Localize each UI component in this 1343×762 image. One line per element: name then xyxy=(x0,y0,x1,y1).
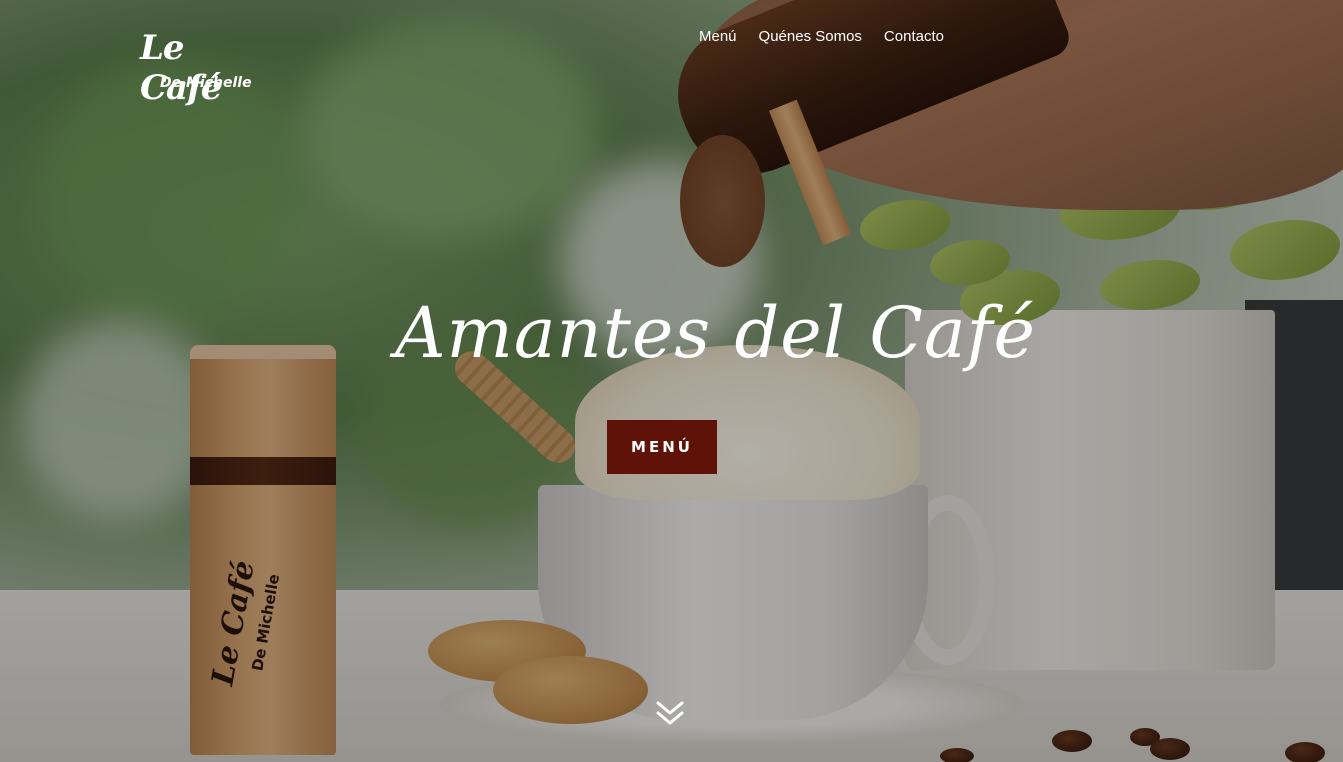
hero-section: Le Café De Michelle Le Café De Michelle … xyxy=(0,0,1343,762)
logo-main-text: Le Café xyxy=(140,28,222,108)
main-nav: Menú Quénes Somos Contacto xyxy=(699,27,944,47)
hero-title: Amantes del Café xyxy=(395,292,1036,374)
nav-item-about[interactable]: Quénes Somos xyxy=(759,27,862,47)
nav-item-menu[interactable]: Menú xyxy=(699,27,737,47)
site-logo[interactable]: Le Café De Michelle xyxy=(140,28,270,108)
double-chevron-down-icon[interactable] xyxy=(654,700,686,728)
menu-button[interactable]: MENÚ xyxy=(607,420,717,474)
logo-sub-text: De Michelle xyxy=(160,75,252,91)
nav-item-contact[interactable]: Contacto xyxy=(884,27,944,47)
